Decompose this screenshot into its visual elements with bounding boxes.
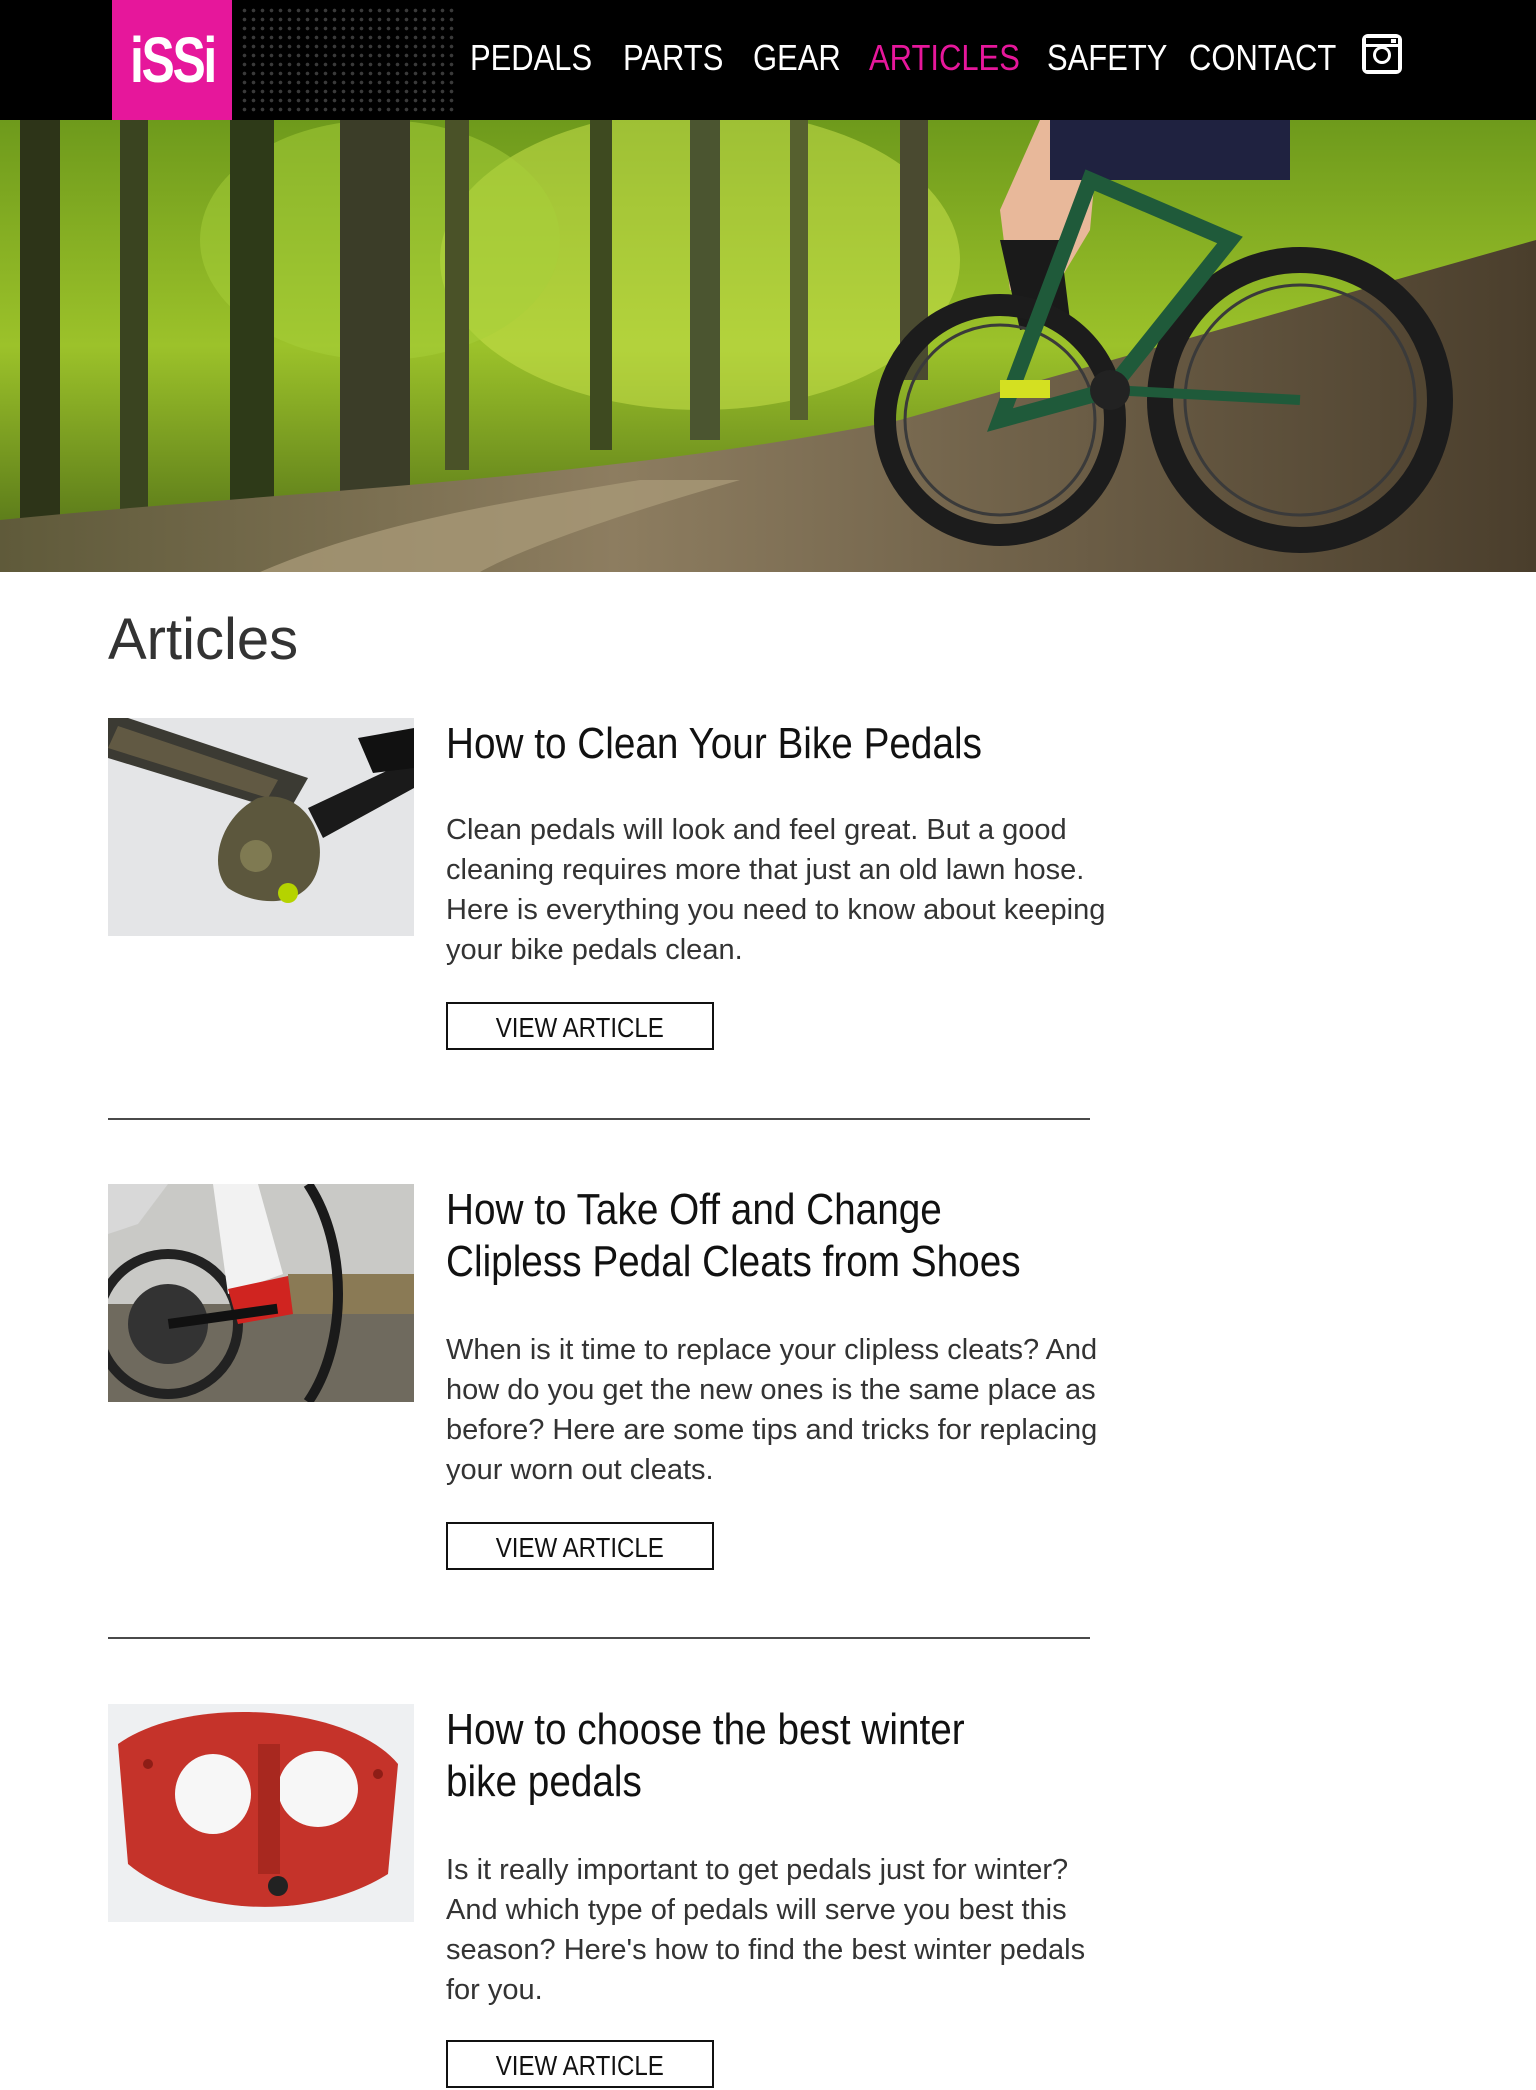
article-thumbnail-red-pedal-snow[interactable] [108,1704,414,1922]
article-thumbnail-muddy-pedal[interactable] [108,718,414,936]
article-description: Clean pedals will look and feel great. B… [446,814,1106,966]
page-title: Articles [108,607,299,672]
nav-item-contact[interactable]: CONTACT [1189,34,1336,82]
view-article-button[interactable]: VIEW ARTICLE [446,1522,714,1570]
nav-item-pedals[interactable]: PEDALS [470,34,592,82]
site-header: iSSi PEDALS PARTS GEAR ARTICLES SAFETY C… [0,0,1536,120]
view-article-button-label: VIEW ARTICLE [495,1532,665,1563]
main-nav: PEDALS PARTS GEAR ARTICLES SAFETY CONTAC… [0,0,1536,120]
article-thumbnail-cleat-shoe[interactable] [108,1184,414,1402]
instagram-icon[interactable] [1362,34,1402,74]
view-article-button[interactable]: VIEW ARTICLE [446,1002,714,1050]
article-card: How to choose the best winter bike pedal… [108,1704,1090,2088]
article-card: How to Clean Your Bike Pedals Clean peda… [108,718,1105,1058]
article-description: Is it really important to get pedals jus… [446,1854,1086,2006]
article-description: When is it time to replace your clipless… [446,1334,1098,1486]
article-title[interactable]: How to Clean Your Bike Pedals [446,718,1027,770]
article-title[interactable]: How to choose the best winter bike pedal… [446,1704,1027,1808]
nav-item-articles[interactable]: ARTICLES [869,34,1020,82]
nav-item-gear[interactable]: GEAR [753,34,841,82]
article-title[interactable]: How to Take Off and Change Clipless Peda… [446,1184,1027,1288]
view-article-button-label: VIEW ARTICLE [495,1012,665,1043]
article-divider [108,1118,1090,1120]
article-card: How to Take Off and Change Clipless Peda… [108,1184,1097,1570]
nav-item-parts[interactable]: PARTS [623,34,723,82]
view-article-button-label: VIEW ARTICLE [495,2050,665,2081]
article-divider [108,1637,1090,1639]
nav-item-safety[interactable]: SAFETY [1047,34,1167,82]
hero-image-mountain-bike-trail [0,120,1536,572]
view-article-button[interactable]: VIEW ARTICLE [446,2040,714,2088]
